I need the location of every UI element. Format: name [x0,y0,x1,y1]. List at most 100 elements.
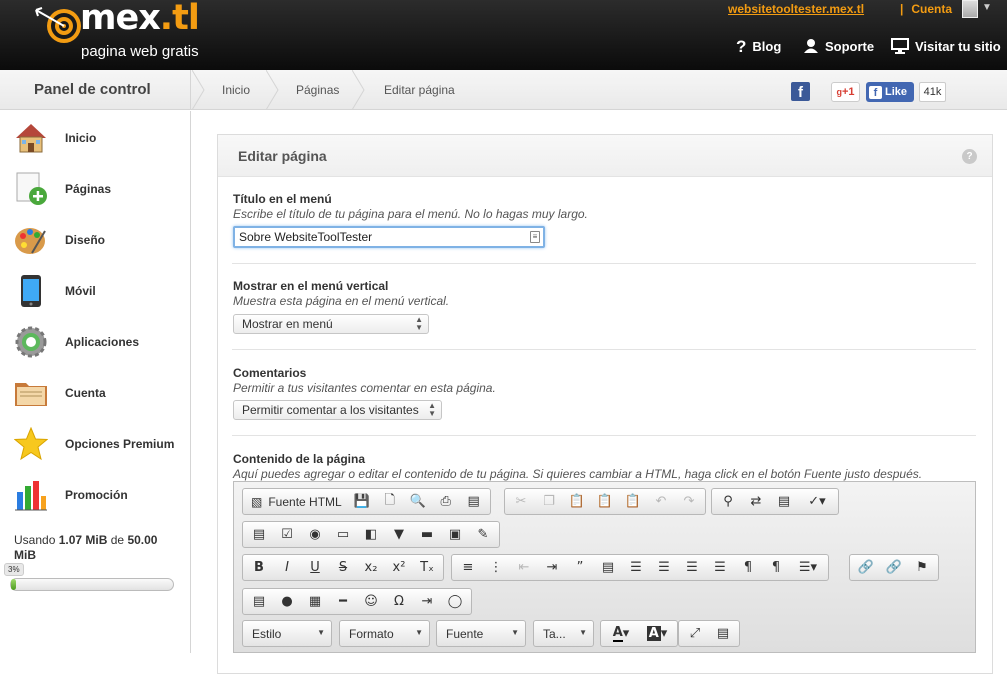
contact-card-icon[interactable]: ≡ [530,231,540,243]
comments-label: Comentarios [233,366,307,380]
find-icon[interactable]: ⚲ [714,490,742,514]
nav-blog[interactable]: ? Blog [736,38,781,55]
logo[interactable]: mex.tl pagina web gratis [28,0,218,66]
numbered-list-icon[interactable]: ≡ [454,556,482,580]
breadcrumb-separator [192,70,205,110]
align-center-icon[interactable]: ☰ [650,556,678,580]
paste-text-icon[interactable]: 📋 [591,490,619,514]
blockquote-icon[interactable]: ” [566,556,594,580]
image-icon[interactable]: ▤ [245,590,273,614]
radio-icon[interactable]: ◉ [301,523,329,547]
site-link[interactable]: websitetooltester.mex.tl [728,2,864,16]
vertical-menu-label: Mostrar en el menú vertical [233,279,389,293]
font-size-combo[interactable]: Ta... ▼ [533,620,594,647]
divider [232,435,976,436]
style-combo[interactable]: Estilo ▼ [242,620,332,647]
print-icon[interactable]: ⎙ [432,490,460,514]
anchor-flag-icon[interactable]: ⚑ [908,556,936,580]
templates-icon[interactable]: ▤ [460,490,488,514]
maximize-icon[interactable]: ⤢ [681,622,709,646]
chevron-down-icon[interactable]: ▼ [982,2,992,13]
iframe-globe-icon[interactable]: ◯ [441,590,469,614]
font-combo[interactable]: Fuente ▼ [436,620,526,647]
panel-title[interactable]: Panel de control [34,81,151,98]
gplus-button[interactable]: g+1 [831,82,860,102]
sidebar-item-movil[interactable]: Móvil [0,265,190,316]
avatar[interactable] [962,0,978,18]
paste-icon[interactable]: 📋 [563,490,591,514]
fb-like-button[interactable]: f Like [866,82,914,102]
italic-icon[interactable]: I [273,556,301,580]
nav-soporte[interactable]: Soporte [803,38,874,54]
paste-word-icon[interactable]: 📋 [619,490,647,514]
button-field-icon[interactable]: ▬ [413,523,441,547]
align-left-icon[interactable]: ☰ [622,556,650,580]
menu-title-input[interactable] [233,226,545,248]
breadcrumb-paginas[interactable]: Páginas [296,83,339,97]
sidebar-item-inicio[interactable]: Inicio [0,112,190,163]
outdent-icon[interactable]: ⇤ [510,556,538,580]
new-page-icon[interactable]: 🗋 [376,490,404,514]
comments-hint: Permitir a tus visitantes comentar en es… [233,381,496,395]
page-break-icon[interactable]: ⇥ [413,590,441,614]
nav-visit-site[interactable]: Visitar tu sitio [891,38,1001,54]
smiley-icon[interactable]: ☺ [357,590,385,614]
sidebar-item-cuenta[interactable]: Cuenta [0,367,190,418]
cut-icon[interactable]: ✂ [507,490,535,514]
language-icon[interactable]: ☰▾ [790,556,826,580]
sidebar-item-promocion[interactable]: Promoción [0,469,190,520]
sidebar-item-paginas[interactable]: Páginas [0,163,190,214]
bulleted-list-icon[interactable]: ⋮ [482,556,510,580]
align-right-icon[interactable]: ☰ [678,556,706,580]
format-combo[interactable]: Formato ▼ [339,620,430,647]
strike-icon[interactable]: S [329,556,357,580]
preview-icon[interactable]: 🔍 [404,490,432,514]
redo-icon[interactable]: ↷ [675,490,703,514]
underline-icon[interactable]: U [301,556,329,580]
source-html-button[interactable]: ▧ Fuente HTML [245,490,348,514]
form-icon[interactable]: ▤ [245,523,273,547]
bold-icon[interactable]: B [245,556,273,580]
show-blocks-icon[interactable]: ▤ [709,622,737,646]
nav-label: Soporte [825,38,875,54]
checkbox-icon[interactable]: ☑ [273,523,301,547]
link-icon[interactable]: 🔗 [852,556,880,580]
vertical-menu-select[interactable]: Mostrar en menú ▲ ▼ [233,314,429,334]
textarea-icon[interactable]: ◧ [357,523,385,547]
breadcrumb-inicio[interactable]: Inicio [222,83,250,97]
copy-icon[interactable]: ❐ [535,490,563,514]
textfield-icon[interactable]: ▭ [329,523,357,547]
horizontal-rule-icon[interactable]: ━ [329,590,357,614]
page-title: Editar página [238,148,327,164]
ltr-icon[interactable]: ¶ [734,556,762,580]
save-icon[interactable]: 💾 [348,490,376,514]
justify-icon[interactable]: ☰ [706,556,734,580]
replace-icon[interactable]: ⇄ [742,490,770,514]
special-char-icon[interactable]: Ω [385,590,413,614]
text-color-button[interactable]: A ▾ [603,622,639,646]
undo-icon[interactable]: ↶ [647,490,675,514]
hidden-field-icon[interactable]: ✎ [469,523,497,547]
account-menu[interactable]: | Cuenta [900,2,952,16]
spellcheck-icon[interactable]: ✓▾ [798,490,836,514]
help-icon[interactable]: ? [962,149,977,164]
comments-select[interactable]: Permitir comentar a los visitantes ▲ ▼ [233,400,442,420]
div-container-icon[interactable]: ▤ [594,556,622,580]
sidebar-item-aplicaciones[interactable]: Aplicaciones [0,316,190,367]
select-field-icon[interactable]: ▼ [385,523,413,547]
bg-color-button[interactable]: A ▾ [639,622,675,646]
flash-icon[interactable]: ● [273,590,301,614]
indent-icon[interactable]: ⇥ [538,556,566,580]
image-button-icon[interactable]: ▣ [441,523,469,547]
table-icon[interactable]: ▦ [301,590,329,614]
sidebar-item-opciones-premium[interactable]: Opciones Premium [0,418,190,469]
divider [232,263,976,264]
remove-format-icon[interactable]: Tₓ [413,556,441,580]
superscript-icon[interactable]: x² [385,556,413,580]
unlink-icon[interactable]: 🔗 [880,556,908,580]
rtl-icon[interactable]: ¶ [762,556,790,580]
select-all-icon[interactable]: ▤ [770,490,798,514]
sidebar-item-diseno[interactable]: Diseño [0,214,190,265]
subscript-icon[interactable]: x₂ [357,556,385,580]
facebook-icon[interactable]: f [791,82,810,101]
